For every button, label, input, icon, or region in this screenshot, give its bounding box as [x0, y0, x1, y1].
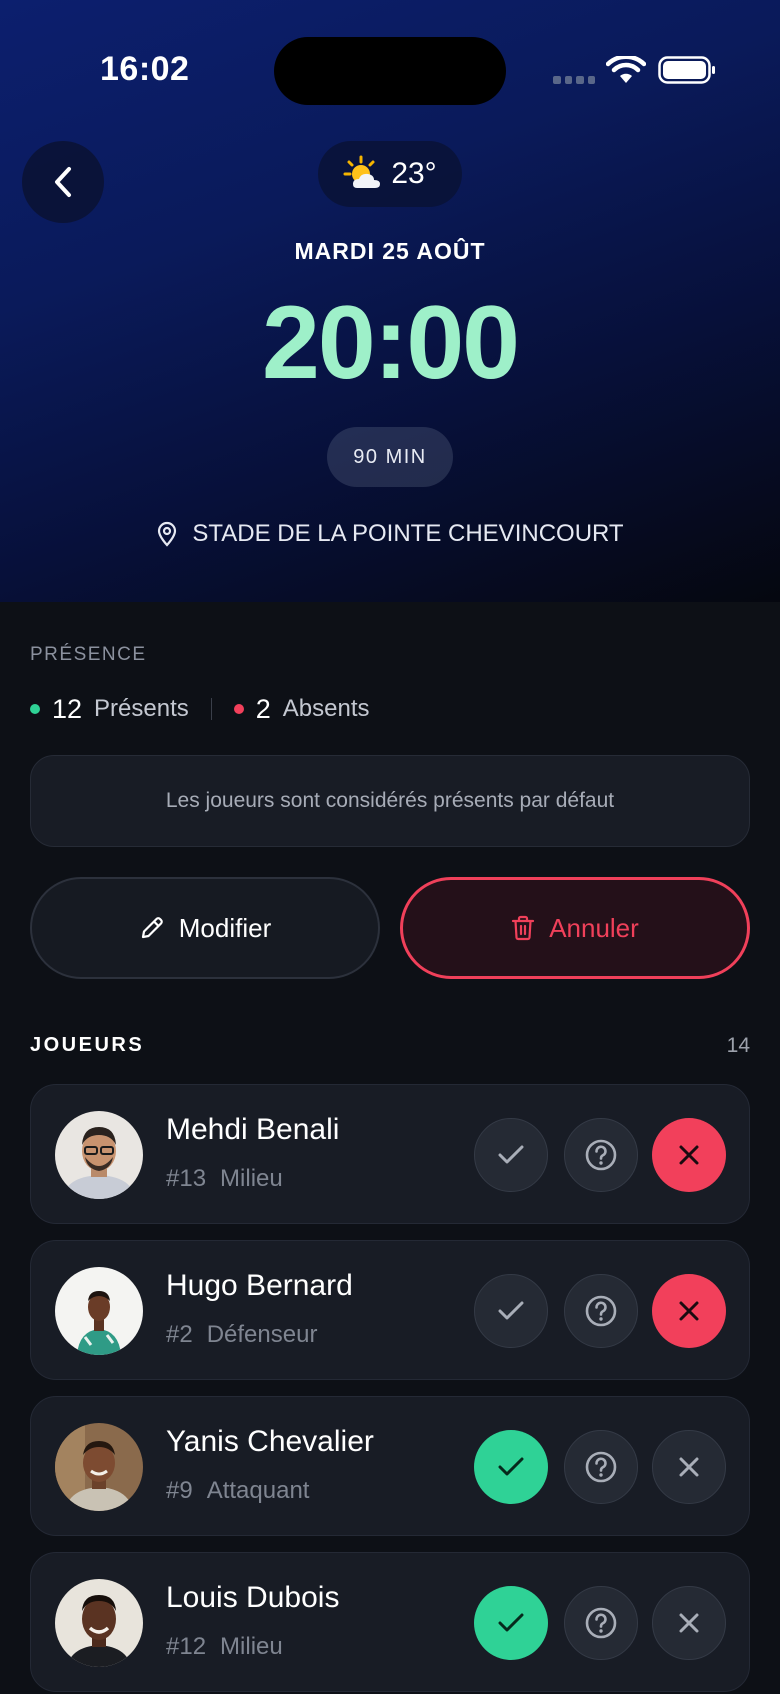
presence-info: Les joueurs sont considérés présents par… — [30, 755, 750, 847]
mark-uncertain-button[interactable] — [564, 1586, 638, 1660]
cancel-button[interactable]: Annuler — [400, 877, 750, 979]
player-info: #13 Milieu — [166, 1165, 283, 1193]
mark-uncertain-button[interactable] — [564, 1430, 638, 1504]
mark-uncertain-button[interactable] — [564, 1274, 638, 1348]
player-name: Yanis Chevalier — [166, 1425, 374, 1458]
player-number: #9 — [166, 1477, 193, 1504]
edit-label: Modifier — [178, 912, 272, 943]
player-info: #12 Milieu — [166, 1633, 283, 1661]
duration-badge: 90 MIN — [327, 427, 453, 487]
weather-pill: 23° — [318, 141, 462, 207]
player-number: #2 — [166, 1321, 193, 1348]
close-icon — [679, 1457, 699, 1477]
cancel-label: Annuler — [549, 912, 639, 943]
player-number: #13 — [166, 1165, 207, 1192]
close-icon — [679, 1301, 699, 1321]
wifi-icon — [606, 56, 646, 83]
player-info: #2 Défenseur — [166, 1321, 317, 1349]
player-card[interactable]: Mehdi Benali #13 Milieu — [30, 1084, 750, 1224]
presence-summary: 12 Présents 2 Absents — [30, 693, 370, 725]
player-card[interactable]: Louis Dubois #12 Milieu — [30, 1552, 750, 1692]
check-icon — [498, 1145, 524, 1164]
dynamic-island — [274, 37, 506, 105]
avatar — [55, 1111, 143, 1199]
avatar — [55, 1267, 143, 1355]
avatar — [55, 1579, 143, 1667]
location-label: STADE DE LA POINTE CHEVINCOURT — [192, 520, 624, 547]
players-title: JOUEURS — [30, 1034, 145, 1056]
player-position: Milieu — [220, 1633, 283, 1660]
player-name: Louis Dubois — [166, 1581, 340, 1614]
question-icon — [585, 1451, 617, 1483]
check-icon — [498, 1613, 524, 1632]
absent-dot — [233, 704, 244, 714]
player-info: #9 Attaquant — [166, 1477, 309, 1505]
player-position: Milieu — [220, 1165, 283, 1192]
mark-absent-button[interactable] — [652, 1118, 726, 1192]
map-pin-icon — [158, 521, 177, 547]
avatar — [55, 1423, 143, 1511]
question-icon — [585, 1607, 617, 1639]
mark-absent-button[interactable] — [652, 1274, 726, 1348]
cellular-signal-icon — [553, 76, 595, 84]
status-bar: 16:02 — [0, 0, 780, 140]
divider — [210, 698, 212, 720]
question-icon — [585, 1139, 617, 1171]
player-name: Mehdi Benali — [166, 1113, 340, 1146]
present-count: 12 — [52, 693, 83, 724]
battery-icon — [658, 56, 715, 84]
sun-behind-cloud-icon — [343, 155, 381, 188]
question-icon — [585, 1295, 617, 1327]
present-dot — [30, 704, 40, 714]
mark-present-button[interactable] — [474, 1586, 548, 1660]
player-card[interactable]: Hugo Bernard #2 Défenseur — [30, 1240, 750, 1380]
edit-button[interactable]: Modifier — [30, 877, 380, 979]
present-label: Présents — [94, 695, 189, 722]
players-count: 14 — [726, 1034, 750, 1057]
player-position: Attaquant — [206, 1477, 310, 1504]
absent-count: 2 — [255, 693, 271, 724]
player-name: Hugo Bernard — [166, 1269, 353, 1302]
mark-absent-button[interactable] — [652, 1586, 726, 1660]
player-number: #12 — [166, 1633, 207, 1660]
location[interactable]: STADE DE LA POINTE CHEVINCOURT — [0, 520, 780, 548]
match-header: 16:02 23° MARDI 25 AOÛT 20:00 90 MIN STA… — [0, 0, 780, 602]
close-icon — [679, 1613, 699, 1633]
check-icon — [498, 1301, 524, 1320]
presence-title: PRÉSENCE — [30, 644, 147, 665]
mark-uncertain-button[interactable] — [564, 1118, 638, 1192]
mark-present-button[interactable] — [474, 1274, 548, 1348]
player-position: Défenseur — [206, 1321, 318, 1348]
mark-present-button[interactable] — [474, 1430, 548, 1504]
back-button[interactable] — [22, 141, 104, 223]
match-date: MARDI 25 AOÛT — [294, 238, 486, 264]
chevron-left-icon — [55, 167, 71, 197]
trash-icon — [512, 915, 535, 941]
player-card[interactable]: Yanis Chevalier #9 Attaquant — [30, 1396, 750, 1536]
temperature: 23° — [391, 157, 437, 190]
check-icon — [498, 1457, 524, 1476]
absent-label: Absents — [282, 695, 370, 722]
close-icon — [679, 1145, 699, 1165]
match-time: 20:00 — [262, 285, 520, 401]
status-time: 16:02 — [100, 50, 190, 88]
mark-absent-button[interactable] — [652, 1430, 726, 1504]
pencil-icon — [141, 917, 163, 939]
mark-present-button[interactable] — [474, 1118, 548, 1192]
